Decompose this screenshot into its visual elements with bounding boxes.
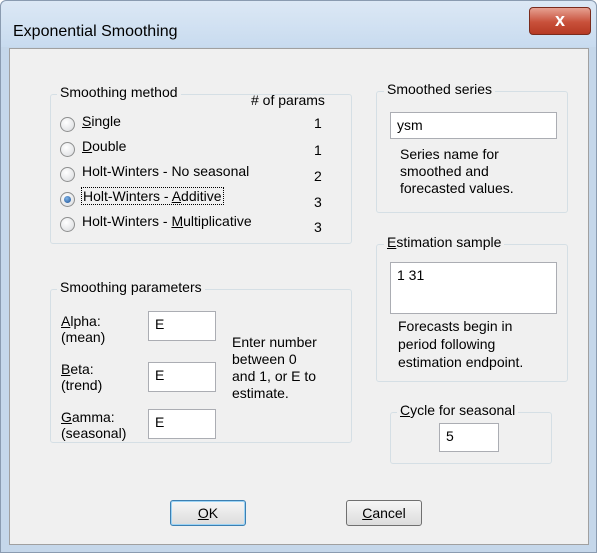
- ok-button[interactable]: OK: [170, 500, 246, 526]
- close-icon: x: [554, 10, 565, 30]
- params-hw-no-seasonal: 2: [314, 168, 322, 184]
- estimation-sample-title: Estimation sample: [384, 234, 505, 250]
- smoothed-series-help-3: forecasted values.: [400, 180, 514, 196]
- cycle-input[interactable]: 5: [439, 423, 499, 452]
- cycle-title: Cycle for seasonal: [397, 402, 519, 418]
- dialog-body: Smoothing method # of params Single 1 Do…: [9, 48, 589, 545]
- params-help-2: between 0: [232, 351, 297, 367]
- radio-single[interactable]: [60, 117, 75, 132]
- params-double: 1: [314, 142, 322, 158]
- radio-hw-no-seasonal[interactable]: [60, 167, 75, 182]
- estimation-sample-help-2: period following: [398, 336, 496, 352]
- gamma-sublabel: (seasonal): [61, 425, 127, 441]
- gamma-label: Gamma:: [61, 409, 115, 425]
- alpha-label: Alpha:: [61, 313, 101, 329]
- estimation-sample-help-3: estimation endpoint.: [398, 354, 524, 370]
- label-hw-no-seasonal[interactable]: Holt-Winters - No seasonal: [82, 163, 249, 179]
- beta-sublabel: (trend): [61, 377, 103, 393]
- estimation-sample-input[interactable]: 1 31: [390, 262, 557, 314]
- label-hw-multiplicative[interactable]: Holt-Winters - Multiplicative: [82, 213, 252, 229]
- ok-button-label: OK: [197, 505, 219, 521]
- estimation-sample-help-1: Forecasts begin in: [398, 318, 513, 334]
- smoothing-parameters-title: Smoothing parameters: [57, 279, 205, 295]
- alpha-sublabel: (mean): [61, 329, 106, 345]
- smoothing-method-title: Smoothing method: [57, 84, 181, 100]
- alpha-input[interactable]: E: [148, 311, 216, 341]
- gamma-input[interactable]: E: [148, 409, 216, 439]
- close-button[interactable]: x: [529, 7, 591, 35]
- radio-hw-additive[interactable]: [60, 192, 75, 207]
- params-hw-multiplicative: 3: [314, 219, 322, 235]
- dialog-window: Exponential Smoothing x Smoothing method…: [0, 0, 597, 553]
- params-header: # of params: [251, 92, 325, 108]
- params-help-4: estimate.: [232, 385, 289, 401]
- smoothed-series-input[interactable]: ysm: [390, 112, 557, 139]
- params-hw-additive: 3: [314, 194, 322, 210]
- window-title: Exponential Smoothing: [13, 23, 178, 40]
- cancel-button-label: Cancel: [362, 505, 406, 521]
- params-single: 1: [314, 115, 322, 131]
- title-bar[interactable]: Exponential Smoothing x: [1, 1, 596, 47]
- params-help-3: and 1, or E to: [232, 368, 317, 384]
- label-hw-additive[interactable]: Holt-Winters - Additive: [81, 187, 224, 205]
- beta-input[interactable]: E: [148, 362, 216, 392]
- smoothed-series-title: Smoothed series: [384, 81, 496, 97]
- smoothed-series-help-1: Series name for: [400, 146, 499, 162]
- radio-double[interactable]: [60, 142, 75, 157]
- label-single[interactable]: Single: [82, 113, 121, 129]
- beta-label: Beta:: [61, 361, 94, 377]
- label-double[interactable]: Double: [82, 138, 126, 154]
- params-help-1: Enter number: [232, 334, 317, 350]
- radio-hw-multiplicative[interactable]: [60, 217, 75, 232]
- smoothed-series-help-2: smoothed and: [400, 163, 489, 179]
- cancel-button[interactable]: Cancel: [346, 500, 422, 526]
